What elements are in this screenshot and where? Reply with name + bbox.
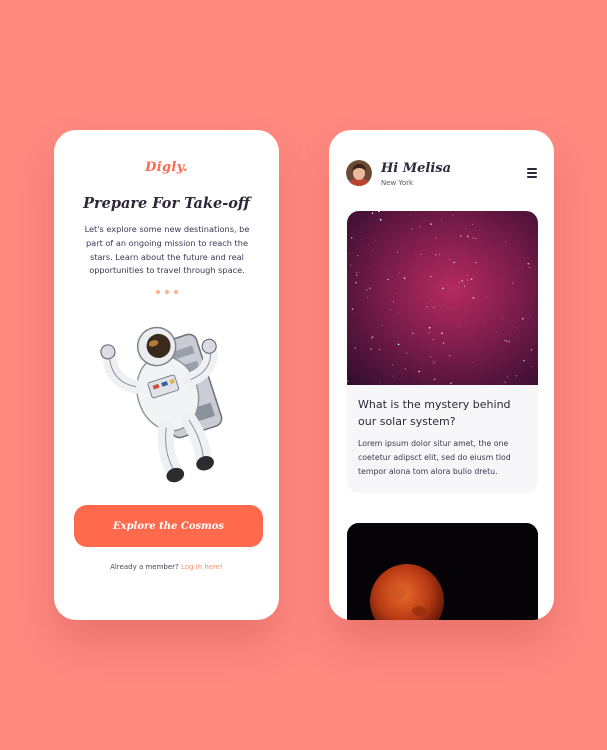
astronaut-image	[100, 326, 223, 483]
explore-button[interactable]: Explore the Cosmos	[74, 505, 263, 547]
location: New York	[381, 179, 414, 187]
app-logo: Digly.	[145, 160, 188, 175]
carousel-dot[interactable]	[155, 290, 160, 294]
login-link[interactable]: Log in here!	[181, 563, 223, 571]
menu-icon[interactable]	[527, 168, 537, 178]
onboarding-screen: Digly. Prepare For Take-off Let's explor…	[54, 130, 279, 620]
article-excerpt: Lorem ipsum dolor situr amet, the one co…	[358, 439, 511, 476]
member-text: Already a member?	[110, 563, 179, 571]
galaxy-image	[347, 211, 538, 385]
page-title: Prepare For Take-off	[83, 195, 250, 212]
login-prompt: Already a member? Log in here!	[54, 563, 279, 571]
article-card[interactable]: What is the mystery behind our solar sys…	[347, 211, 538, 493]
carousel-dot[interactable]	[173, 290, 178, 294]
article-card[interactable]	[347, 523, 538, 620]
moon-image	[347, 523, 538, 620]
intro-description: Let's explore some new destinations, be …	[84, 224, 250, 276]
feed-screen: Hi Melisa New York What is the mystery b…	[329, 130, 554, 620]
carousel-dot[interactable]	[164, 290, 169, 294]
article-title[interactable]: What is the mystery behind our solar sys…	[358, 396, 530, 430]
carousel-dots[interactable]	[54, 290, 279, 294]
avatar[interactable]	[346, 160, 372, 186]
greeting: Hi Melisa	[381, 161, 452, 176]
